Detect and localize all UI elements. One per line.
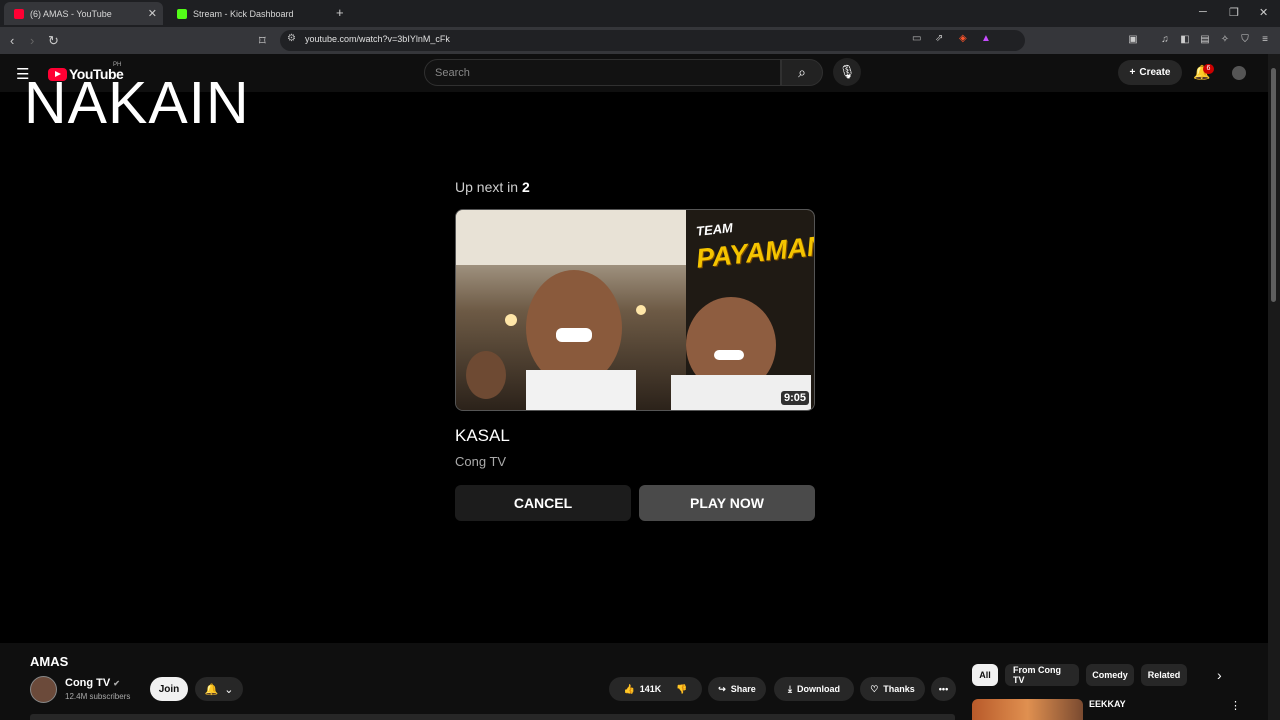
countdown-number: 2: [521, 179, 530, 195]
cast-icon[interactable]: ▭: [912, 33, 921, 44]
browser-tab-bar: (6) AMAS - YouTube ✕ Stream - Kick Dashb…: [0, 0, 1280, 27]
tab-title: (6) AMAS - YouTube: [30, 8, 112, 19]
youtube-favicon-icon: [14, 8, 24, 19]
create-button[interactable]: + Create: [1118, 60, 1182, 85]
more-vertical-icon[interactable]: ⋮: [1230, 699, 1241, 712]
like-count: 141K: [639, 684, 662, 694]
video-title: AMAS: [30, 654, 69, 669]
video-duration: 9:05: [780, 391, 809, 405]
restore-icon[interactable]: ❐: [1229, 6, 1239, 19]
up-next-countdown: Up next in 2: [455, 179, 530, 195]
video-info-section: AMAS Cong TV ✔ 12.4M subscribers Join 🔔 …: [0, 643, 1268, 720]
site-info-icon[interactable]: ⚙: [287, 33, 296, 44]
microphone-icon: 🎙: [838, 64, 856, 79]
up-next-channel: Cong TV: [455, 454, 507, 469]
up-next-thumbnail[interactable]: TEAM PAYAMAN 9:05: [455, 209, 815, 411]
page-scrollbar[interactable]: [1268, 54, 1280, 720]
tab-title: Stream - Kick Dashboard: [193, 8, 294, 19]
country-code: PH: [113, 62, 122, 68]
share-button[interactable]: ↪ Share: [708, 677, 766, 701]
chip-from-cong-tv[interactable]: From Cong TV: [1005, 664, 1079, 686]
account-avatar[interactable]: [1232, 66, 1246, 80]
leo-ai-icon[interactable]: ✧: [1219, 34, 1231, 46]
download-label: Download: [796, 684, 840, 694]
download-icon: ⤓: [788, 683, 792, 694]
recommended-video-title[interactable]: EEKKAY: [1089, 699, 1126, 709]
search-placeholder: Search: [435, 67, 470, 79]
cancel-button[interactable]: CANCEL: [455, 485, 631, 521]
subscriber-count: 12.4M subscribers: [65, 692, 131, 701]
close-tab-icon[interactable]: ✕: [148, 7, 157, 20]
tab-youtube[interactable]: (6) AMAS - YouTube ✕: [4, 2, 163, 25]
chip-related[interactable]: Related: [1141, 664, 1187, 686]
description-box[interactable]: [30, 714, 955, 720]
notification-count-badge: 6: [1203, 64, 1214, 74]
subscription-bell-button[interactable]: 🔔 ⌄: [195, 677, 243, 701]
menu-icon[interactable]: ≡: [1259, 34, 1271, 46]
forward-icon[interactable]: ›: [30, 33, 34, 48]
search-input[interactable]: Search: [424, 59, 781, 86]
address-bar[interactable]: ⚙ youtube.com/watch?v=3bIYlnM_cFk ▭ ⇗ ◈ …: [280, 30, 1025, 51]
join-button[interactable]: Join: [150, 677, 188, 701]
bookmark-icon[interactable]: ⌑: [259, 33, 266, 49]
share-label: Share: [730, 684, 756, 694]
back-icon[interactable]: ‹: [10, 33, 14, 48]
minimize-icon[interactable]: ─: [1199, 6, 1207, 18]
tab-groups-icon[interactable]: ▣: [1127, 34, 1139, 46]
channel-name[interactable]: Cong TV ✔: [65, 677, 120, 689]
create-label: Create: [1139, 67, 1171, 78]
scrollbar-thumb[interactable]: [1271, 68, 1276, 302]
close-window-icon[interactable]: ✕: [1259, 6, 1268, 19]
more-horizontal-icon: •••: [938, 684, 949, 694]
browser-toolbar: ‹ › ↻ ⌑ ⚙ youtube.com/watch?v=3bIYlnM_cF…: [0, 27, 1280, 54]
video-overlay-text: NAKAIN: [24, 70, 250, 136]
like-dislike-group: 👍 141K 👎: [609, 677, 702, 701]
download-button[interactable]: ⤓ Download: [774, 677, 854, 701]
more-actions-button[interactable]: •••: [931, 677, 956, 701]
recommended-video-thumbnail[interactable]: [972, 699, 1083, 720]
bell-icon: 🔔: [204, 683, 219, 696]
new-tab-icon[interactable]: +: [336, 5, 344, 20]
search-icon: ⌕: [798, 64, 806, 80]
channel-name-text: Cong TV: [65, 677, 111, 689]
play-now-button[interactable]: PLAY NOW: [639, 485, 815, 521]
kick-favicon-icon: [177, 8, 187, 19]
thumbs-down-icon: 👎: [676, 683, 688, 694]
chip-comedy[interactable]: Comedy: [1086, 664, 1134, 686]
thumbs-up-icon: 👍: [623, 683, 635, 694]
search-button[interactable]: ⌕: [781, 59, 823, 86]
chevron-right-icon[interactable]: ›: [1217, 667, 1222, 683]
url-text: youtube.com/watch?v=3bIYlnM_cFk: [305, 34, 450, 44]
wallet-icon[interactable]: ▤: [1199, 34, 1211, 46]
media-icon[interactable]: ♫: [1159, 34, 1171, 46]
plus-icon: +: [1129, 67, 1136, 78]
verified-check-icon: ✔: [113, 679, 120, 688]
thanks-button[interactable]: ♡ Thanks: [860, 677, 925, 701]
chevron-down-icon: ⌄: [224, 683, 234, 696]
rewards-icon[interactable]: ▲: [981, 33, 991, 44]
share-page-icon[interactable]: ⇗: [935, 33, 943, 44]
up-next-prefix: Up next in: [455, 179, 519, 195]
like-button[interactable]: 👍 141K: [624, 684, 662, 695]
voice-search-button[interactable]: 🎙: [833, 58, 861, 86]
brave-shield-icon[interactable]: ◈: [959, 33, 967, 44]
thanks-label: Thanks: [883, 684, 915, 694]
reload-icon[interactable]: ↻: [48, 33, 59, 49]
sidebar-icon[interactable]: ◧: [1179, 34, 1191, 46]
channel-avatar[interactable]: [30, 676, 57, 703]
chip-all[interactable]: All: [972, 664, 998, 686]
up-next-title[interactable]: KASAL: [455, 426, 510, 446]
thanks-icon: ♡: [870, 683, 879, 694]
share-icon: ↪: [718, 683, 726, 694]
dislike-button[interactable]: 👎: [676, 684, 687, 695]
vpn-icon[interactable]: ⛉: [1239, 34, 1251, 46]
tab-kick-dashboard[interactable]: Stream - Kick Dashboard: [167, 2, 327, 25]
